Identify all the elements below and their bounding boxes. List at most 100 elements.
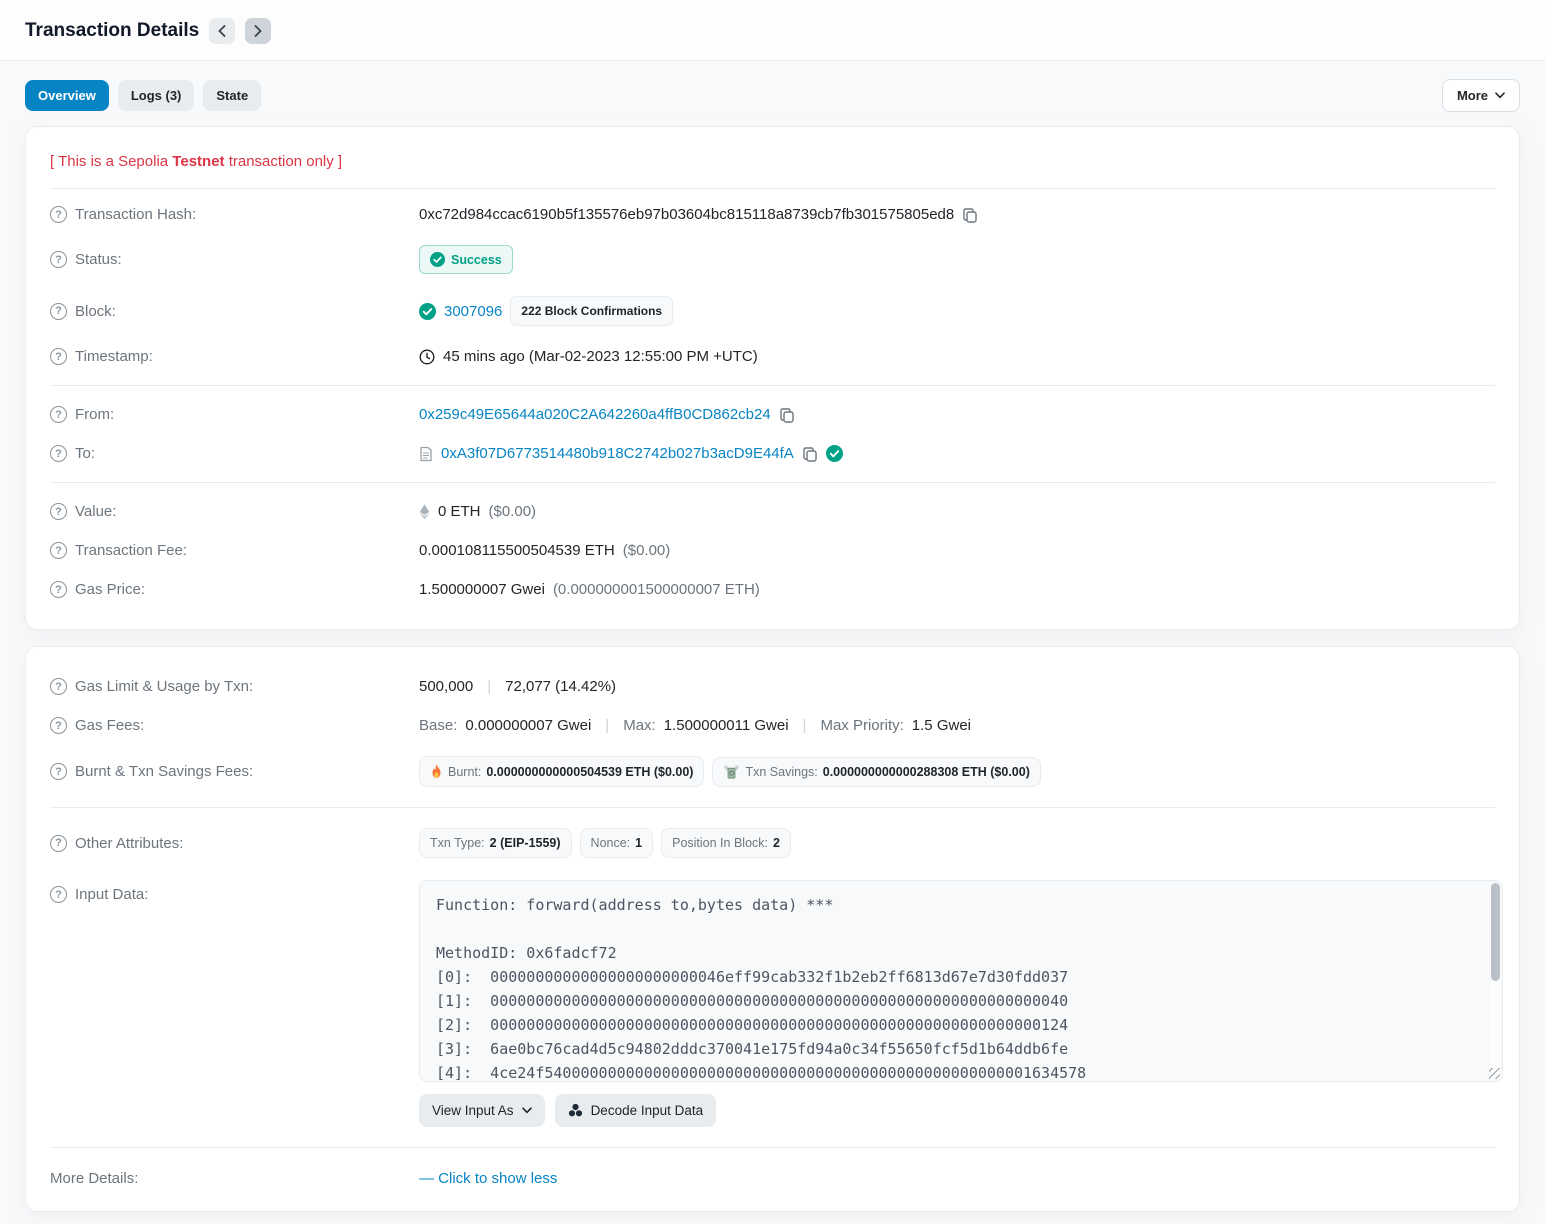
to-address-link[interactable]: 0xA3f07D6773514480b918C2742b027b3acD9E44… xyxy=(441,445,794,462)
gas-price-eth: (0.000000001500000007 ETH) xyxy=(553,581,760,598)
burnt-fees-badge: Burnt: 0.000000000000504539 ETH ($0.00) xyxy=(419,756,704,787)
transaction-fee-row: ? Transaction Fee: 0.000108115500504539 … xyxy=(50,531,1495,570)
show-less-link[interactable]: — Click to show less xyxy=(419,1170,557,1187)
tab-state[interactable]: State xyxy=(203,80,261,111)
view-input-as-button[interactable]: View Input As xyxy=(419,1094,545,1127)
more-dropdown-button[interactable]: More xyxy=(1442,79,1520,112)
gas-price-amount: 1.500000007 Gwei xyxy=(419,581,545,598)
chevron-down-icon xyxy=(522,1107,532,1114)
gas-limit-value: 500,000 xyxy=(419,678,473,695)
help-icon: ? xyxy=(50,717,67,734)
max-fee-label: Max: xyxy=(623,717,656,734)
base-fee-label: Base: xyxy=(419,717,457,734)
nonce-label: Nonce: xyxy=(591,836,631,850)
contract-document-icon xyxy=(419,446,433,462)
transaction-hash-label: ? Transaction Hash: xyxy=(50,206,419,223)
copy-icon xyxy=(962,207,978,223)
help-icon: ? xyxy=(50,503,67,520)
help-icon: ? xyxy=(50,835,67,852)
help-icon: ? xyxy=(50,763,67,780)
burnt-value: 0.000000000000504539 ETH ($0.00) xyxy=(486,765,693,779)
chevron-left-icon xyxy=(218,25,226,37)
input-data-content: Function: forward(address to,bytes data)… xyxy=(420,881,1502,1082)
gas-usage-value: 72,077 (14.42%) xyxy=(505,678,616,695)
divider xyxy=(50,807,1495,808)
decode-blocks-icon xyxy=(568,1103,583,1118)
to-row: ? To: 0xA3f07D6773514480b918C2742b027b3a… xyxy=(50,434,1495,473)
input-data-label: ? Input Data: xyxy=(50,880,419,903)
transaction-hash-row: ? Transaction Hash: 0xc72d984ccac6190b5f… xyxy=(50,195,1495,234)
tab-logs[interactable]: Logs (3) xyxy=(118,80,195,111)
timestamp-label: ? Timestamp: xyxy=(50,348,419,365)
chevron-down-icon xyxy=(1495,92,1505,99)
help-icon: ? xyxy=(50,251,67,268)
verified-check-icon xyxy=(826,445,843,462)
help-icon: ? xyxy=(50,206,67,223)
value-label: ? Value: xyxy=(50,503,419,520)
from-label: ? From: xyxy=(50,406,419,423)
txn-savings-badge: Txn Savings: 0.000000000000288308 ETH ($… xyxy=(712,757,1040,787)
divider xyxy=(50,482,1495,483)
value-amount: 0 ETH xyxy=(438,503,481,520)
eth-diamond-icon xyxy=(419,504,430,520)
to-label: ? To: xyxy=(50,445,419,462)
other-attributes-label: ? Other Attributes: xyxy=(50,835,419,852)
gas-limit-label: ? Gas Limit & Usage by Txn: xyxy=(50,678,419,695)
help-icon: ? xyxy=(50,886,67,903)
block-confirmations-badge: 222 Block Confirmations xyxy=(510,296,673,326)
separator: | xyxy=(481,678,497,695)
txn-savings-label: Txn Savings: xyxy=(745,765,817,779)
divider xyxy=(50,1147,1495,1148)
overview-card: [ This is a Sepolia Testnet transaction … xyxy=(25,126,1520,630)
more-label: More xyxy=(1457,88,1488,103)
help-icon: ? xyxy=(50,406,67,423)
transaction-fee-amount: 0.000108115500504539 ETH xyxy=(419,542,615,559)
details-card: ? Gas Limit & Usage by Txn: 500,000 | 72… xyxy=(25,646,1520,1212)
fire-icon xyxy=(430,764,443,779)
block-row: ? Block: 3007096 222 Block Confirmations xyxy=(50,285,1495,337)
from-address-link[interactable]: 0x259c49E65644a020C2A642260a4ffB0CD862cb… xyxy=(419,406,771,423)
next-transaction-button[interactable] xyxy=(245,18,271,44)
status-badge: Success xyxy=(419,245,513,274)
check-circle-icon xyxy=(430,252,445,267)
copy-hash-button[interactable] xyxy=(962,207,978,223)
previous-transaction-button[interactable] xyxy=(209,18,235,44)
more-details-label: More Details: xyxy=(50,1170,419,1187)
help-icon: ? xyxy=(50,542,67,559)
separator: | xyxy=(797,717,813,734)
transaction-fee-label: ? Transaction Fee: xyxy=(50,542,419,559)
chevron-right-icon xyxy=(254,25,262,37)
help-icon: ? xyxy=(50,445,67,462)
status-row: ? Status: Success xyxy=(50,234,1495,285)
decode-input-data-label: Decode Input Data xyxy=(591,1103,704,1118)
tab-overview[interactable]: Overview xyxy=(25,80,109,111)
decode-input-data-button[interactable]: Decode Input Data xyxy=(555,1094,717,1127)
help-icon: ? xyxy=(50,348,67,365)
help-icon: ? xyxy=(50,678,67,695)
block-label: ? Block: xyxy=(50,303,419,320)
input-data-textarea[interactable]: Function: forward(address to,bytes data)… xyxy=(419,880,1503,1082)
max-priority-label: Max Priority: xyxy=(820,717,903,734)
burnt-savings-label: ? Burnt & Txn Savings Fees: xyxy=(50,763,419,780)
page-header: Transaction Details xyxy=(0,0,1545,61)
from-row: ? From: 0x259c49E65644a020C2A642260a4ffB… xyxy=(50,395,1495,434)
input-data-scrollbar-thumb[interactable] xyxy=(1491,883,1500,981)
copy-icon xyxy=(779,407,795,423)
timestamp-value: 45 mins ago (Mar-02-2023 12:55:00 PM +UT… xyxy=(443,348,758,365)
input-data-scrollbar-track[interactable] xyxy=(1491,883,1500,1079)
txn-type-label: Txn Type: xyxy=(430,836,485,850)
resize-handle[interactable] xyxy=(1489,1068,1500,1079)
txn-type-badge: Txn Type: 2 (EIP-1559) xyxy=(419,828,572,858)
copy-from-address-button[interactable] xyxy=(779,407,795,423)
copy-to-address-button[interactable] xyxy=(802,446,818,462)
gas-limit-row: ? Gas Limit & Usage by Txn: 500,000 | 72… xyxy=(50,667,1495,706)
max-priority-value: 1.5 Gwei xyxy=(912,717,971,734)
testnet-warning: [ This is a Sepolia Testnet transaction … xyxy=(50,147,1495,189)
help-icon: ? xyxy=(50,581,67,598)
burnt-label: Burnt: xyxy=(448,765,481,779)
view-input-as-label: View Input As xyxy=(432,1103,514,1118)
block-number-link[interactable]: 3007096 xyxy=(444,303,502,320)
input-data-row: ? Input Data: Function: forward(address … xyxy=(50,869,1495,1138)
other-attributes-row: ? Other Attributes: Txn Type: 2 (EIP-155… xyxy=(50,817,1495,869)
money-wings-icon xyxy=(723,765,740,779)
